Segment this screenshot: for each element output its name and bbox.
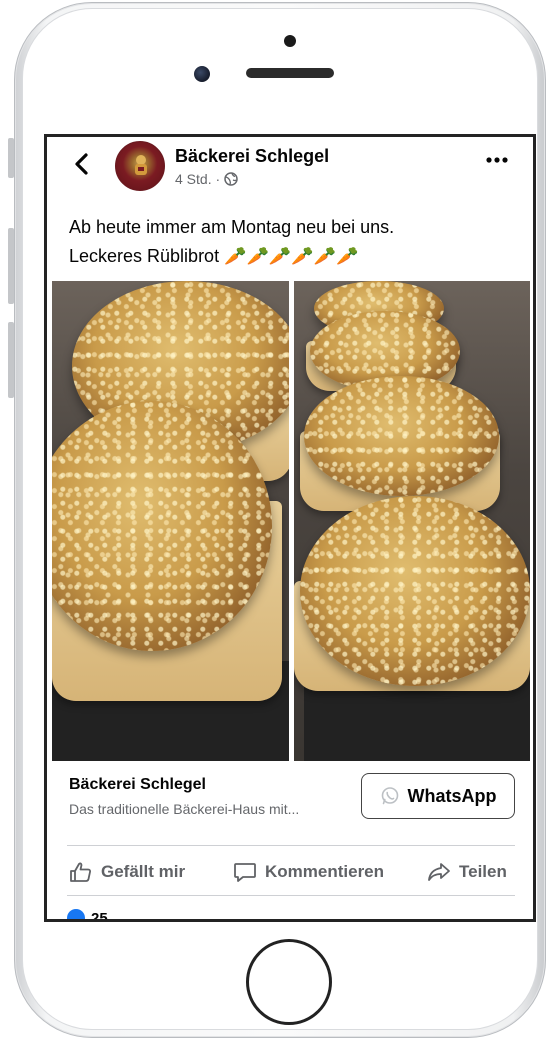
thumbs-up-icon bbox=[70, 862, 91, 882]
earpiece-speaker bbox=[246, 68, 334, 78]
like-reaction-icon bbox=[67, 909, 85, 919]
reaction-summary[interactable]: 25 bbox=[67, 909, 108, 922]
comment-icon bbox=[234, 863, 256, 882]
front-camera bbox=[194, 66, 210, 82]
volume-down-button bbox=[8, 322, 14, 398]
home-button[interactable] bbox=[246, 939, 332, 1025]
share-button[interactable]: Teilen bbox=[427, 861, 507, 883]
share-label: Teilen bbox=[459, 862, 507, 881]
comment-label: Kommentieren bbox=[265, 862, 385, 881]
bread-loaf bbox=[299, 496, 530, 686]
page-name[interactable]: Bäckerei Schlegel bbox=[175, 146, 329, 167]
divider bbox=[67, 895, 515, 896]
post-meta: 4 Std. · bbox=[175, 171, 238, 187]
post-text-line-1: Ab heute immer am Montag neu bei uns. bbox=[69, 217, 395, 237]
back-arrow-icon[interactable] bbox=[69, 151, 95, 177]
comment-button[interactable]: Kommentieren bbox=[233, 861, 384, 883]
post-header: Bäckerei Schlegel 4 Std. · bbox=[47, 137, 533, 203]
photo-bread-right[interactable] bbox=[293, 281, 530, 761]
photo-bread-left[interactable] bbox=[52, 281, 289, 761]
screen: Bäckerei Schlegel 4 Std. · Ab heute imme… bbox=[44, 134, 536, 922]
globe-icon bbox=[224, 172, 238, 186]
link-preview[interactable]: Bäckerei Schlegel Das traditionelle Bäck… bbox=[47, 761, 533, 831]
volume-up-button bbox=[8, 228, 14, 304]
photo-grid bbox=[52, 281, 530, 761]
reaction-count: 25 bbox=[91, 909, 108, 922]
whatsapp-button-label: WhatsApp bbox=[407, 785, 497, 806]
like-button[interactable]: Gefällt mir bbox=[69, 861, 185, 883]
link-description: Das traditionelle Bäckerei-Haus mit... bbox=[69, 801, 300, 817]
bread-loaf bbox=[303, 376, 499, 496]
share-arrow-icon bbox=[428, 863, 450, 881]
post-actions: Gefällt mir Kommentieren Teilen bbox=[47, 845, 533, 895]
mute-switch bbox=[8, 138, 14, 178]
post-text-line-2: Leckeres Rüblibrot 🥕🥕🥕🥕🥕🥕 bbox=[69, 246, 359, 266]
bakery-crest-icon bbox=[135, 155, 147, 175]
page-avatar[interactable] bbox=[115, 141, 165, 191]
post-text: Ab heute immer am Montag neu bei uns. Le… bbox=[69, 213, 519, 271]
like-label: Gefällt mir bbox=[101, 862, 186, 881]
proximity-sensor bbox=[284, 35, 296, 47]
whatsapp-icon bbox=[381, 787, 398, 805]
whatsapp-button[interactable]: WhatsApp bbox=[361, 773, 515, 819]
more-options-icon[interactable] bbox=[485, 155, 509, 165]
post-time[interactable]: 4 Std. · bbox=[175, 171, 220, 187]
link-title[interactable]: Bäckerei Schlegel bbox=[69, 776, 206, 794]
